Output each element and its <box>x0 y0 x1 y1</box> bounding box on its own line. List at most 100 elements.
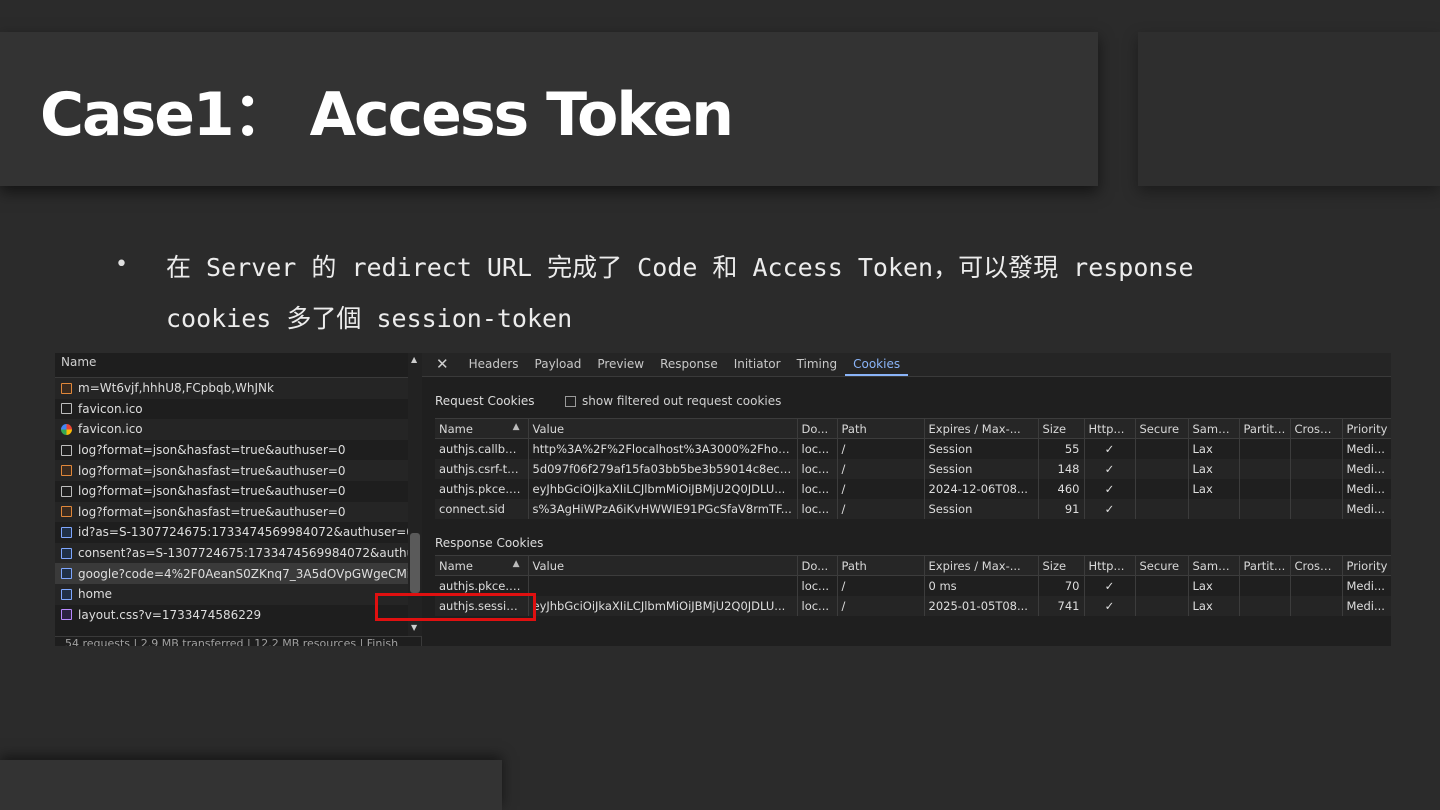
request-row[interactable]: home <box>55 583 421 605</box>
column-header[interactable]: Priority <box>1342 555 1391 576</box>
tab-initiator[interactable]: Initiator <box>726 357 789 376</box>
cookie-cell: 5d097f06f279af15fa03bb5be3b59014c8ec67..… <box>528 458 798 479</box>
request-row[interactable]: log?format=json&hasfast=true&authuser=0 <box>55 481 421 502</box>
column-header[interactable]: Same... <box>1188 555 1240 576</box>
cookie-cell: Session <box>924 458 1039 479</box>
doc-file-icon <box>61 547 72 559</box>
column-header[interactable]: Expires / Max-... <box>924 555 1039 576</box>
tab-payload[interactable]: Payload <box>527 357 590 376</box>
request-name: favicon.ico <box>78 422 143 437</box>
column-header[interactable]: Size <box>1038 418 1085 439</box>
request-detail-panel: ✕ Headers Payload Preview Response Initiator… <box>422 353 1391 646</box>
tab-preview[interactable]: Preview <box>589 357 652 376</box>
column-header[interactable]: Value <box>528 418 798 439</box>
cookie-cell <box>1239 498 1291 519</box>
cookie-cell: 460 <box>1038 478 1085 499</box>
sort-ascending-icon[interactable]: ▲ <box>513 422 520 432</box>
cookie-cell <box>1290 595 1343 616</box>
name-column-header[interactable]: Name <box>55 353 421 378</box>
cookie-cell: ✓ <box>1084 498 1136 519</box>
tab-cookies[interactable]: Cookies <box>845 357 909 376</box>
column-header-label: Secure <box>1139 421 1180 436</box>
tab-headers[interactable]: Headers <box>461 357 527 376</box>
column-header[interactable]: Path <box>837 418 925 439</box>
column-header[interactable]: Http... <box>1084 555 1136 576</box>
request-row[interactable]: id?as=S-1307724675:1733474569984072&auth… <box>55 522 421 543</box>
cookie-row[interactable]: authjs.callbac... http%3A%2F%2Flocalhost%… <box>435 438 1391 459</box>
request-row[interactable]: favicon.ico <box>55 419 421 440</box>
request-row[interactable]: consent?as=S-1307724675:1733474569984072… <box>55 542 421 564</box>
request-row[interactable]: layout.css?v=1733474586229 <box>55 605 421 626</box>
cookie-cell: / <box>837 595 925 616</box>
cookie-cell <box>1290 478 1343 499</box>
cookie-cell <box>1135 595 1189 616</box>
cookie-row[interactable]: authjs.csrf-to... 5d097f06f279af15fa03bb5… <box>435 458 1391 479</box>
cookie-row[interactable]: authjs.sessio... eyJhbGciOiJkaXIiLCJlbmMi… <box>435 595 1391 616</box>
column-header[interactable]: Cross ... <box>1290 418 1343 439</box>
cookie-cell <box>1239 458 1291 479</box>
request-name: m=Wt6vjf,hhhU8,FCpbqb,WhJNk <box>78 381 274 396</box>
column-header[interactable]: Same... <box>1188 418 1240 439</box>
google-favicon-icon <box>61 423 72 435</box>
column-header-label: Expires / Max-... <box>928 558 1021 573</box>
bullet-dot: • <box>115 252 128 277</box>
cookie-row[interactable]: authjs.pkce.c... loc.../0 ms 70 ✓ Lax Medi... <box>435 575 1391 596</box>
scroll-up-icon[interactable]: ▲ <box>411 355 417 364</box>
cookie-cell: loc... <box>797 478 838 499</box>
column-header[interactable]: Expires / Max-... <box>924 418 1039 439</box>
request-row[interactable]: favicon.ico <box>55 399 421 420</box>
column-header-label: Partiti... <box>1243 421 1289 436</box>
column-header[interactable]: Do... <box>797 418 838 439</box>
column-header[interactable]: Name ▲ <box>435 555 529 576</box>
column-header[interactable]: Value <box>528 555 798 576</box>
cookie-cell: authjs.csrf-to... <box>435 458 529 479</box>
request-row[interactable]: log?format=json&hasfast=true&authuser=0 <box>55 440 421 461</box>
request-row[interactable]: log?format=json&hasfast=true&authuser=0 <box>55 501 421 523</box>
request-row[interactable]: google?code=4%2F0AeanS0ZKnq7_3A5dOVpGWge… <box>55 563 421 584</box>
filter-toggle[interactable]: show filtered out request cookies <box>565 394 781 408</box>
column-header-label: Do... <box>801 558 829 573</box>
column-header[interactable]: Do... <box>797 555 838 576</box>
column-header[interactable]: Name ▲ <box>435 418 529 439</box>
cookie-cell: 2024-12-06T08... <box>924 478 1039 499</box>
cookie-cell <box>1239 575 1291 596</box>
column-header[interactable]: Partiti... <box>1239 555 1291 576</box>
tab-response[interactable]: Response <box>652 357 726 376</box>
sort-ascending-icon[interactable]: ▲ <box>513 559 520 569</box>
cookie-row[interactable]: authjs.pkce.c... eyJhbGciOiJkaXIiLCJlbmMi… <box>435 478 1391 499</box>
cookie-cell: 741 <box>1038 595 1085 616</box>
tab-timing[interactable]: Timing <box>789 357 846 376</box>
request-row[interactable]: m=Wt6vjf,hhhU8,FCpbqb,WhJNk <box>55 378 421 399</box>
column-header[interactable]: Size <box>1038 555 1085 576</box>
column-header[interactable]: Secure <box>1135 555 1189 576</box>
network-request-list: Name m=Wt6vjf,hhhU8,FCpbqb,WhJNk favicon.… <box>55 353 422 646</box>
close-icon[interactable]: ✕ <box>436 355 449 376</box>
cookie-cell <box>1135 478 1189 499</box>
cookie-cell: 91 <box>1038 498 1085 519</box>
column-header[interactable]: Partiti... <box>1239 418 1291 439</box>
bullet-text: 在 Server 的 redirect URL 完成了 Code 和 Acces… <box>166 253 1194 333</box>
doc-file-icon <box>61 568 72 580</box>
cookie-cell: Medi... <box>1342 498 1391 519</box>
cookie-cell: 2025-01-05T08... <box>924 595 1039 616</box>
cookie-row[interactable]: connect.sid s%3AgHiWPzA6iKvHWWIE91PGcSfaV… <box>435 498 1391 519</box>
column-header[interactable]: Path <box>837 555 925 576</box>
detail-tabs: ✕ Headers Payload Preview Response Initiator… <box>422 353 1391 377</box>
column-header[interactable]: Priority <box>1342 418 1391 439</box>
cookie-cell: connect.sid <box>435 498 529 519</box>
img-file-icon <box>61 506 72 518</box>
column-header[interactable]: Secure <box>1135 418 1189 439</box>
devtools-screenshot: Name m=Wt6vjf,hhhU8,FCpbqb,WhJNk favicon.… <box>55 353 1391 646</box>
cookie-cell: authjs.pkce.c... <box>435 478 529 499</box>
request-row[interactable]: log?format=json&hasfast=true&authuser=0 <box>55 460 421 481</box>
cookie-cell: Lax <box>1188 438 1240 459</box>
cookie-cell: 55 <box>1038 438 1085 459</box>
scroll-thumb[interactable] <box>410 533 420 593</box>
column-header[interactable]: Cross ... <box>1290 555 1343 576</box>
request-name: id?as=S-1307724675:1733474569984072&auth… <box>78 525 421 540</box>
column-header[interactable]: Http... <box>1084 418 1136 439</box>
filter-checkbox[interactable] <box>565 395 576 407</box>
scroll-down-icon[interactable]: ▼ <box>411 623 417 632</box>
cookie-cell: ✓ <box>1084 478 1136 499</box>
column-header-label: Same... <box>1192 421 1237 436</box>
